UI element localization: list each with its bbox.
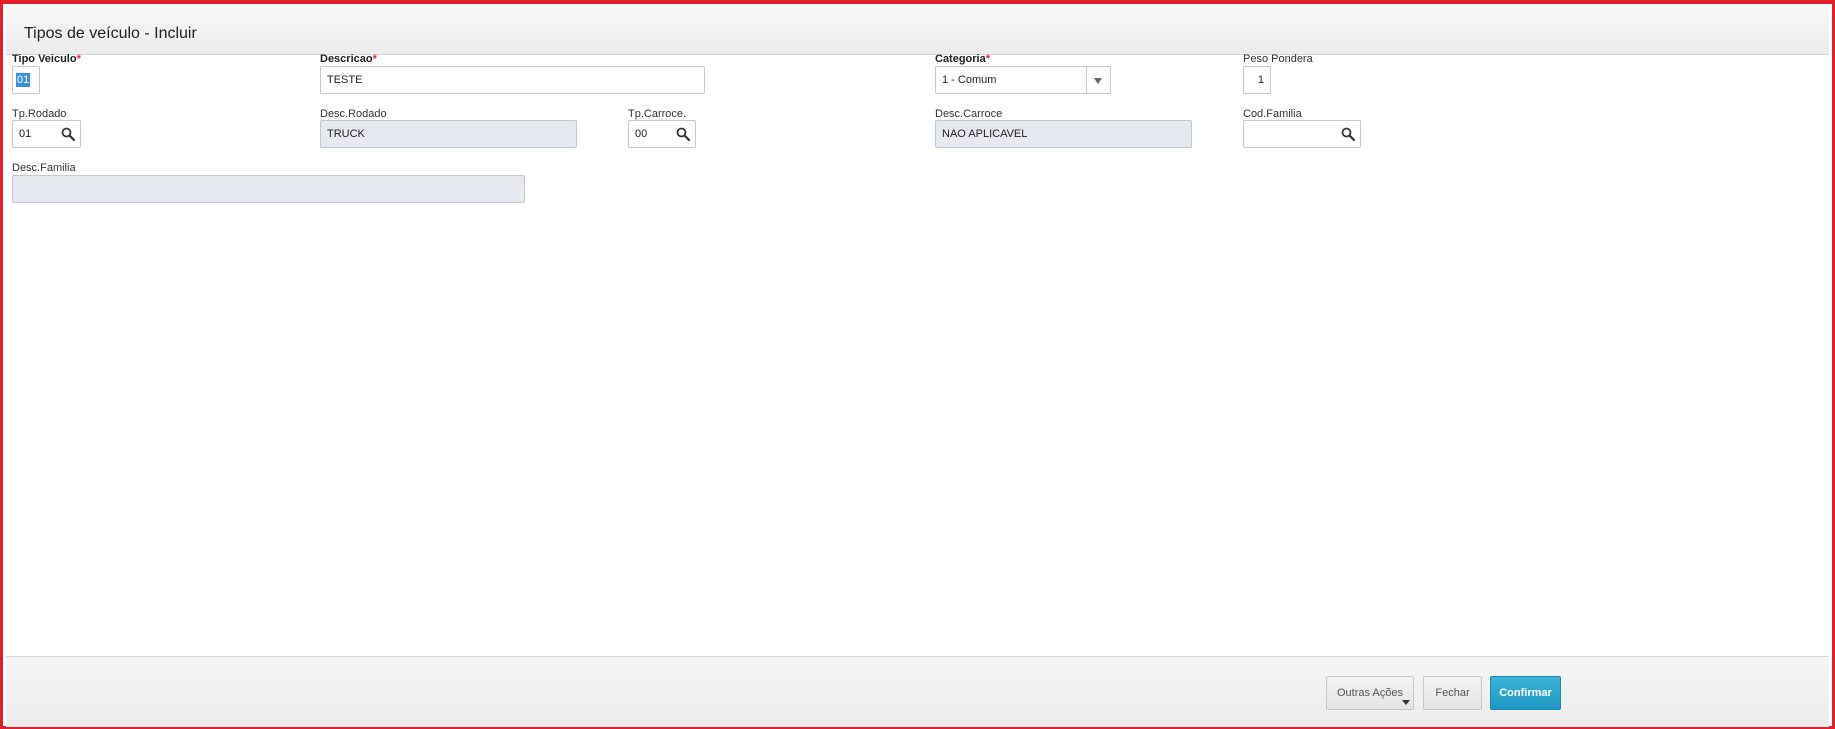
peso-pondera-value: 1 <box>1257 74 1264 86</box>
tipo-veiculo-value: 01 <box>16 73 31 87</box>
tp-rodado-input[interactable]: 01 <box>12 120 81 148</box>
tipo-veiculo-label: Tipo Veiculo* <box>12 53 81 65</box>
desc-rodado-value: TRUCK <box>327 128 365 140</box>
confirmar-label: Confirmar <box>1499 687 1552 699</box>
tp-carroce-input[interactable]: 00 <box>628 120 696 148</box>
descricao-value: TESTE <box>327 74 363 86</box>
tp-rodado-label: Tp.Rodado <box>12 108 67 120</box>
categoria-select[interactable]: 1 - Comum <box>935 66 1111 94</box>
categoria-label: Categoria* <box>935 53 991 65</box>
desc-carroce-label: Desc.Carroce <box>935 108 1003 120</box>
title-bar: Tipos de veículo - Incluir <box>6 8 1829 55</box>
search-icon[interactable] <box>675 126 691 142</box>
peso-pondera-label: Peso Pondera <box>1243 53 1313 65</box>
desc-rodado-field: TRUCK <box>320 120 577 148</box>
fechar-label: Fechar <box>1435 687 1470 699</box>
footer-bar: Outras Ações Fechar Confirmar <box>6 656 1829 727</box>
descricao-label: Descricao* <box>320 53 377 65</box>
desc-familia-label: Desc.Familia <box>12 162 76 174</box>
chevron-down-icon <box>1094 78 1102 84</box>
outras-acoes-label: Outras Ações <box>1336 687 1404 699</box>
peso-pondera-input[interactable]: 1 <box>1243 66 1271 94</box>
tipo-veiculo-input[interactable]: 01 <box>12 66 40 94</box>
desc-carroce-value: NAO APLICAVEL <box>942 128 1028 140</box>
fechar-button[interactable]: Fechar <box>1423 676 1482 710</box>
confirmar-button[interactable]: Confirmar <box>1490 676 1561 710</box>
desc-familia-field <box>12 175 525 203</box>
page-title: Tipos de veículo - Incluir <box>24 25 197 42</box>
desc-carroce-field: NAO APLICAVEL <box>935 120 1192 148</box>
descricao-input[interactable]: TESTE <box>320 66 705 94</box>
desc-rodado-label: Desc.Rodado <box>320 108 387 120</box>
cod-familia-label: Cod.Familia <box>1243 108 1302 120</box>
categoria-value: 1 - Comum <box>942 74 997 86</box>
caret-down-icon <box>1402 700 1410 705</box>
tp-carroce-value: 00 <box>635 128 648 140</box>
search-icon[interactable] <box>1340 126 1356 142</box>
window-frame: Tipos de veículo - Incluir Tipo Veiculo*… <box>0 0 1835 729</box>
outras-acoes-button[interactable]: Outras Ações <box>1326 676 1414 710</box>
categoria-dropdown-button[interactable] <box>1086 67 1110 93</box>
tp-rodado-value: 01 <box>19 128 32 140</box>
cod-familia-input[interactable] <box>1243 120 1361 148</box>
search-icon[interactable] <box>60 126 76 142</box>
tp-carroce-label: Tp.Carroce. <box>628 108 687 120</box>
